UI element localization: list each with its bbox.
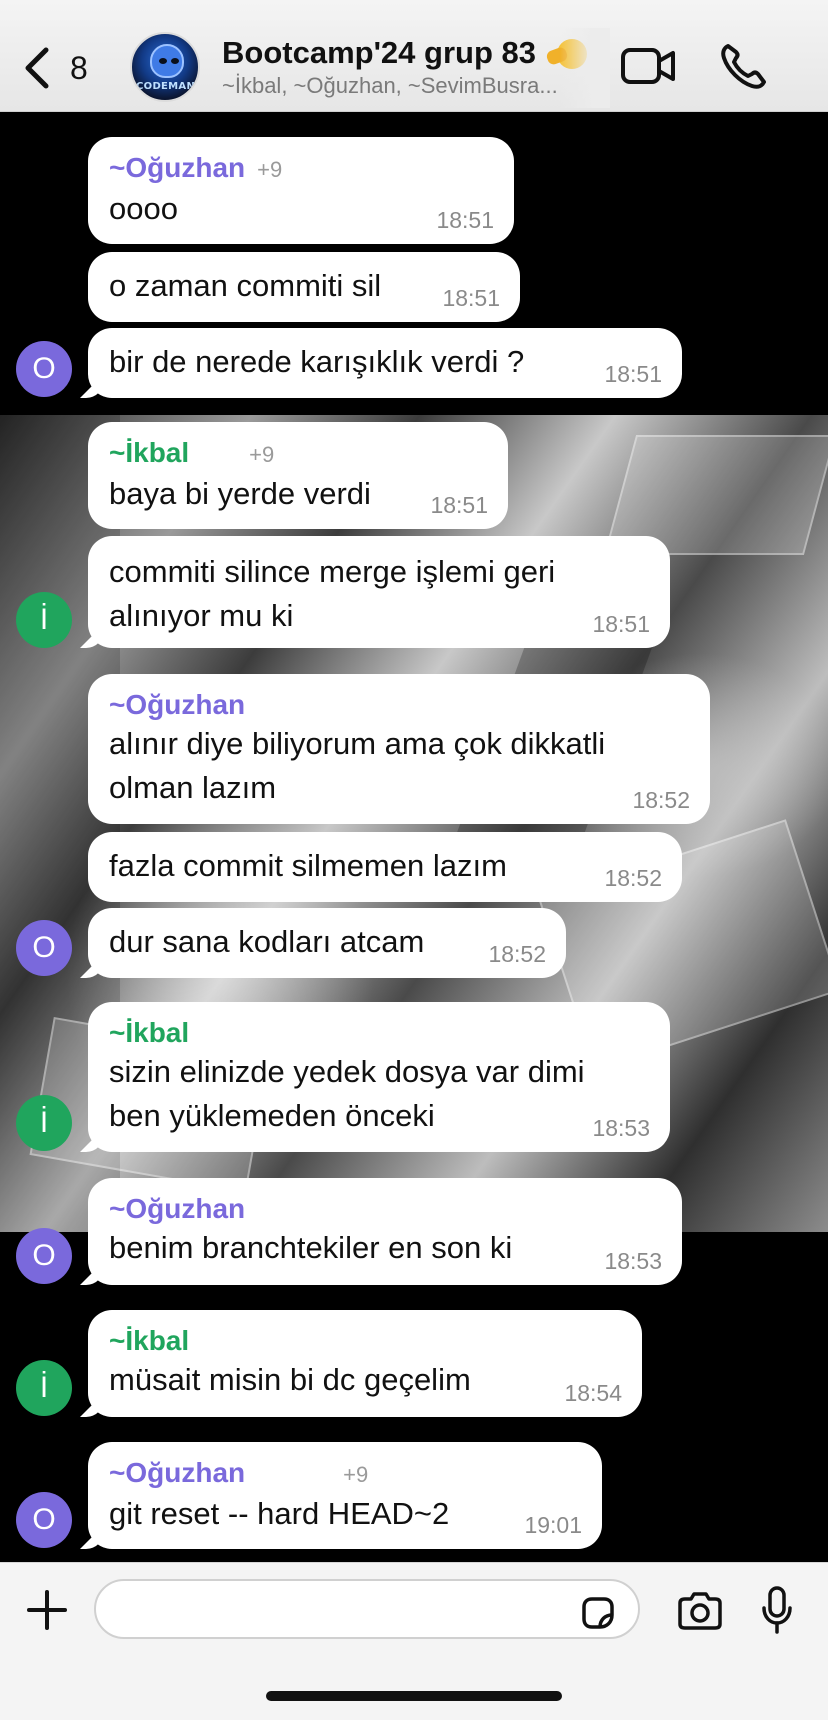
message-sender: ~Oğuzhan +9 <box>109 152 283 183</box>
message-time: 18:51 <box>604 361 662 387</box>
group-logo-text: CODEMANIA <box>136 81 200 92</box>
message-sender: ~Oğuzhan <box>109 1193 246 1224</box>
avatar-ikbal[interactable]: İ <box>16 1360 72 1416</box>
message-sender: ~İkbal <box>109 1017 190 1048</box>
header-fade <box>560 28 610 108</box>
message-sender: ~Oğuzhan <box>109 689 246 720</box>
sticker-button[interactable] <box>578 1593 618 1633</box>
chat-members[interactable]: ~İkbal, ~Oğuzhan, ~SevimBusra... <box>222 73 607 99</box>
message-time: 19:01 <box>524 1512 582 1538</box>
message-bubble[interactable]: ~İkbal sizin elinizde yedek dosya var di… <box>88 1002 670 1152</box>
message-time: 18:54 <box>564 1380 622 1406</box>
plus-icon <box>27 1590 67 1630</box>
voice-message-button[interactable] <box>760 1585 794 1635</box>
avatar-oguzhan[interactable]: O <box>16 1492 72 1548</box>
message-bubble[interactable]: dur sana kodları atcam 18:52 <box>88 908 566 978</box>
avatar-oguzhan[interactable]: O <box>16 341 72 397</box>
microphone-icon <box>762 1586 792 1634</box>
message-text: fazla commit silmemen lazım <box>109 848 507 883</box>
message-text: commiti silince merge işlemi geri alınıy… <box>109 554 556 633</box>
group-avatar[interactable]: CODEMANIA <box>130 32 200 102</box>
composer-bar <box>0 1562 828 1720</box>
video-call-icon <box>621 48 675 84</box>
avatar-oguzhan[interactable]: O <box>16 1228 72 1284</box>
message-time: 18:51 <box>442 285 500 311</box>
camera-icon <box>678 1592 722 1630</box>
message-sender: ~İkbal +9 <box>109 437 275 468</box>
message-time: 18:53 <box>604 1248 662 1274</box>
home-indicator[interactable] <box>266 1691 562 1701</box>
message-text: o zaman commiti sil <box>109 268 382 303</box>
message-sender: ~İkbal <box>109 1325 190 1356</box>
message-sender: ~Oğuzhan +9 <box>109 1457 369 1488</box>
sender-phone: +9 <box>249 442 275 467</box>
message-text: bir de nerede karışıklık verdi ? <box>109 344 525 379</box>
message-time: 18:51 <box>430 492 488 518</box>
message-bubble[interactable]: ~Oğuzhan +9 oooo 18:51 <box>88 137 514 244</box>
alien-logo-icon <box>150 44 184 78</box>
message-input[interactable] <box>94 1579 640 1639</box>
phone-call-icon <box>721 44 766 89</box>
message-text: alınır diye biliyorum ama çok dikkatli o… <box>109 726 606 805</box>
avatar-ikbal[interactable]: İ <box>16 1095 72 1151</box>
avatar-oguzhan[interactable]: O <box>16 920 72 976</box>
message-time: 18:52 <box>604 865 662 891</box>
message-time: 18:52 <box>488 941 546 967</box>
message-text: git reset -- hard HEAD~2 <box>109 1496 450 1531</box>
chat-title-text: Bootcamp'24 grup 83 <box>222 35 536 70</box>
message-time: 18:53 <box>592 1115 650 1141</box>
message-text: müsait misin bi dc geçelim <box>109 1362 471 1397</box>
message-bubble[interactable]: o zaman commiti sil 18:51 <box>88 252 520 322</box>
message-bubble[interactable]: ~Oğuzhan +9 git reset -- hard HEAD~2 19:0… <box>88 1442 602 1549</box>
message-bubble[interactable]: fazla commit silmemen lazım 18:52 <box>88 832 682 902</box>
message-list: ~Oğuzhan +9 oooo 18:51 o zaman commiti si… <box>0 0 828 1720</box>
chat-title[interactable]: Bootcamp'24 grup 83 <box>222 35 587 71</box>
sticker-icon <box>582 1597 614 1629</box>
video-call-button[interactable] <box>620 44 676 88</box>
voice-call-button[interactable] <box>718 40 770 92</box>
message-bubble[interactable]: commiti silince merge işlemi geri alınıy… <box>88 536 670 648</box>
message-time: 18:51 <box>592 611 650 637</box>
message-text: sizin elinizde yedek dosya var dimi ben … <box>109 1054 585 1133</box>
message-bubble[interactable]: ~Oğuzhan alınır diye biliyorum ama çok d… <box>88 674 710 824</box>
message-text: benim branchtekiler en son ki <box>109 1230 513 1265</box>
sender-phone: +9 <box>343 1462 369 1487</box>
message-bubble[interactable]: ~Oğuzhan benim branchtekiler en son ki 1… <box>88 1178 682 1285</box>
message-bubble[interactable]: ~İkbal +9 baya bi yerde verdi 18:51 <box>88 422 508 529</box>
message-bubble[interactable]: bir de nerede karışıklık verdi ? 18:51 <box>88 328 682 398</box>
avatar-ikbal[interactable]: İ <box>16 592 72 648</box>
camera-button[interactable] <box>676 1591 724 1631</box>
attach-button[interactable] <box>26 1589 68 1631</box>
message-time: 18:52 <box>632 787 690 813</box>
sender-phone: +9 <box>257 157 283 182</box>
back-button[interactable] <box>22 44 62 92</box>
message-time: 18:51 <box>436 207 494 233</box>
message-bubble[interactable]: ~İkbal müsait misin bi dc geçelim 18:54 <box>88 1310 642 1417</box>
chat-header: 8 CODEMANIA Bootcamp'24 grup 83 ~İkbal, … <box>0 0 828 112</box>
unread-count[interactable]: 8 <box>70 50 88 87</box>
message-text: dur sana kodları atcam <box>109 924 425 959</box>
back-chevron-icon <box>25 47 49 89</box>
